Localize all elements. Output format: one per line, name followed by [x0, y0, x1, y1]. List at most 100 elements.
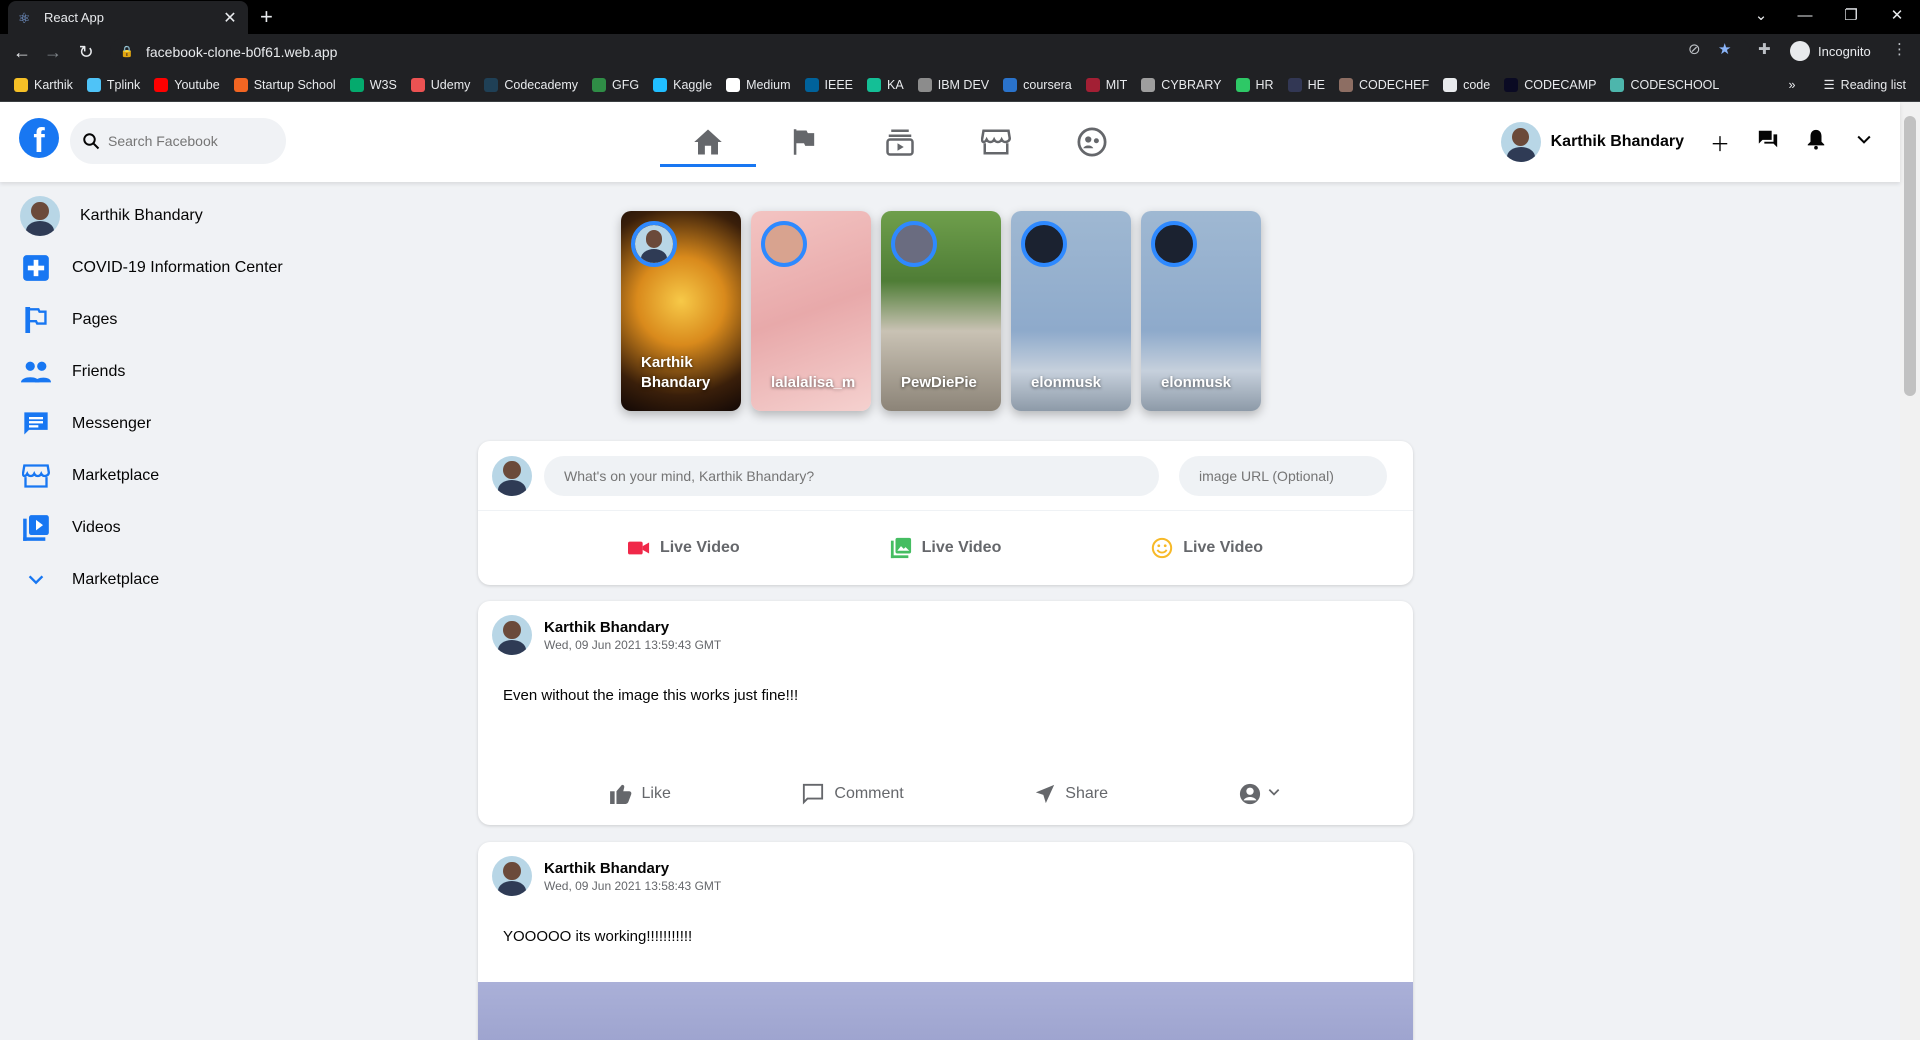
extensions-puzzle-icon[interactable]: ✚: [1758, 40, 1771, 58]
facebook-logo[interactable]: f: [19, 118, 59, 158]
photo-button[interactable]: Live Video: [890, 537, 1001, 559]
bookmark-item[interactable]: Kaggle: [653, 78, 712, 92]
browser-toolbar: ← → ↻ 🔒 facebook-clone-b0f61.web.app ⊘ ★…: [0, 34, 1920, 69]
reading-list-button[interactable]: Reading list: [1841, 78, 1906, 92]
live-video-button[interactable]: Live Video: [627, 537, 740, 559]
bookmark-item[interactable]: KA: [867, 78, 904, 92]
bookmark-item[interactable]: CODECHEF: [1338, 78, 1429, 92]
post-author[interactable]: Karthik Bhandary: [544, 860, 721, 877]
eye-off-icon[interactable]: ⊘: [1688, 40, 1701, 58]
back-arrow-icon[interactable]: ←: [10, 40, 34, 64]
bookmark-item[interactable]: Codecademy: [484, 78, 578, 92]
nav-home[interactable]: [660, 102, 756, 182]
bookmark-item[interactable]: Youtube: [154, 78, 220, 92]
sidebar-item-profile[interactable]: Karthik Bhandary: [0, 190, 340, 242]
sidebar-item-label: Videos: [72, 519, 121, 536]
sidebar-item-label: Friends: [72, 363, 126, 380]
like-button[interactable]: Like: [609, 784, 671, 804]
close-window-button[interactable]: ✕: [1874, 0, 1920, 34]
story-card[interactable]: elonmusk: [1141, 211, 1261, 411]
bookmark-favicon-icon: [410, 78, 425, 92]
sidebar-item-label: Marketplace: [72, 467, 160, 484]
address-bar[interactable]: 🔒 facebook-clone-b0f61.web.app: [110, 38, 1750, 65]
comment-button[interactable]: Comment: [802, 783, 904, 805]
forum-icon[interactable]: [1744, 128, 1792, 156]
story-card[interactable]: lalalalisa_m: [751, 211, 871, 411]
sidebar-item-friends[interactable]: Friends: [0, 346, 340, 398]
story-card[interactable]: PewDiePie: [881, 211, 1001, 411]
story-name: PewDiePie: [901, 374, 977, 391]
bookmark-label: IBM DEV: [937, 78, 990, 92]
bookmark-item[interactable]: IBM DEV: [917, 78, 990, 92]
bookmark-item[interactable]: MIT: [1085, 78, 1127, 92]
close-tab-icon[interactable]: ✕: [222, 8, 238, 28]
bookmark-item[interactable]: CYBRARY: [1141, 78, 1222, 92]
post-options-button[interactable]: [1239, 783, 1281, 805]
search-bar[interactable]: [70, 118, 286, 164]
bookmark-item[interactable]: Medium: [726, 78, 791, 92]
bookmark-item[interactable]: IEEE: [804, 78, 853, 92]
bookmark-label: Tplink: [106, 78, 141, 92]
bookmark-item[interactable]: HR: [1235, 78, 1274, 92]
sidebar-item-covid[interactable]: COVID-19 Information Center: [0, 242, 340, 294]
bookmark-item[interactable]: code: [1443, 78, 1490, 92]
sidebar-item-marketplace[interactable]: Marketplace: [0, 450, 340, 502]
chat-icon: [20, 408, 52, 440]
bookmark-favicon-icon: [1338, 78, 1353, 92]
bookmark-label: Startup School: [253, 78, 336, 92]
bookmark-favicon-icon: [726, 78, 741, 92]
post-author[interactable]: Karthik Bhandary: [544, 619, 721, 636]
story-card[interactable]: elonmusk: [1011, 211, 1131, 411]
chat-bubble-outline-icon: [802, 783, 824, 805]
incognito-profile-button[interactable]: Incognito: [1790, 41, 1871, 61]
page-scrollbar[interactable]: [1900, 102, 1920, 1040]
browser-tab[interactable]: ⚛ React App ✕: [8, 1, 248, 34]
browser-menu-icon[interactable]: ⋮: [1892, 40, 1907, 58]
bookmark-favicon-icon: [1610, 78, 1625, 92]
search-input[interactable]: [108, 133, 268, 149]
reload-icon[interactable]: ↻: [74, 40, 98, 64]
restore-button[interactable]: ❐: [1828, 0, 1874, 34]
bookmark-item[interactable]: coursera: [1003, 78, 1072, 92]
new-tab-button[interactable]: +: [260, 6, 273, 28]
sidebar-item-messenger[interactable]: Messenger: [0, 398, 340, 450]
bookmark-favicon-icon: [349, 78, 364, 92]
share-button[interactable]: Share: [1035, 784, 1108, 804]
tab-search-icon[interactable]: ⌄: [1738, 0, 1784, 34]
nav-pages[interactable]: [756, 102, 852, 182]
bookmark-item[interactable]: Startup School: [233, 78, 336, 92]
scrollbar-thumb[interactable]: [1904, 116, 1916, 396]
avatar: [492, 615, 532, 655]
more-bookmarks-icon[interactable]: »: [1789, 78, 1796, 92]
minimize-button[interactable]: —: [1782, 0, 1828, 34]
bookmark-favicon-icon: [14, 78, 28, 92]
bookmark-item[interactable]: Karthik: [14, 78, 73, 92]
add-icon[interactable]: ＋: [1696, 128, 1744, 157]
sidebar-item-videos[interactable]: Videos: [0, 502, 340, 554]
expand-more-icon[interactable]: [1840, 129, 1888, 155]
story-card[interactable]: Karthik Bhandary: [621, 211, 741, 411]
profile-label: Incognito: [1818, 43, 1871, 59]
bookmark-item[interactable]: CODESCHOOL: [1610, 78, 1719, 92]
nav-marketplace[interactable]: [948, 102, 1044, 182]
sidebar-item-pages[interactable]: Pages: [0, 294, 340, 346]
forward-arrow-icon[interactable]: →: [41, 40, 65, 64]
sidebar-item-more[interactable]: Marketplace: [0, 554, 340, 606]
nav-groups[interactable]: [1044, 102, 1140, 182]
message-input[interactable]: [544, 455, 1159, 496]
notifications-icon[interactable]: [1792, 128, 1840, 156]
star-icon[interactable]: ★: [1718, 40, 1731, 58]
nav-watch[interactable]: [852, 102, 948, 182]
story-name: lalalalisa_m: [771, 374, 856, 391]
bookmark-item[interactable]: GFG: [592, 78, 639, 92]
bookmark-item[interactable]: CODECAMP: [1504, 78, 1596, 92]
bookmark-item[interactable]: Udemy: [410, 78, 470, 92]
header-user[interactable]: Karthik Bhandary: [1500, 122, 1684, 162]
bookmark-item[interactable]: W3S: [349, 78, 397, 92]
bookmark-label: W3S: [369, 78, 397, 92]
feeling-button[interactable]: Live Video: [1151, 537, 1263, 559]
bookmark-item[interactable]: Tplink: [86, 78, 141, 92]
bookmark-item[interactable]: HE: [1287, 78, 1325, 92]
image-url-input[interactable]: [1179, 455, 1387, 496]
comment-label: Comment: [834, 785, 904, 802]
